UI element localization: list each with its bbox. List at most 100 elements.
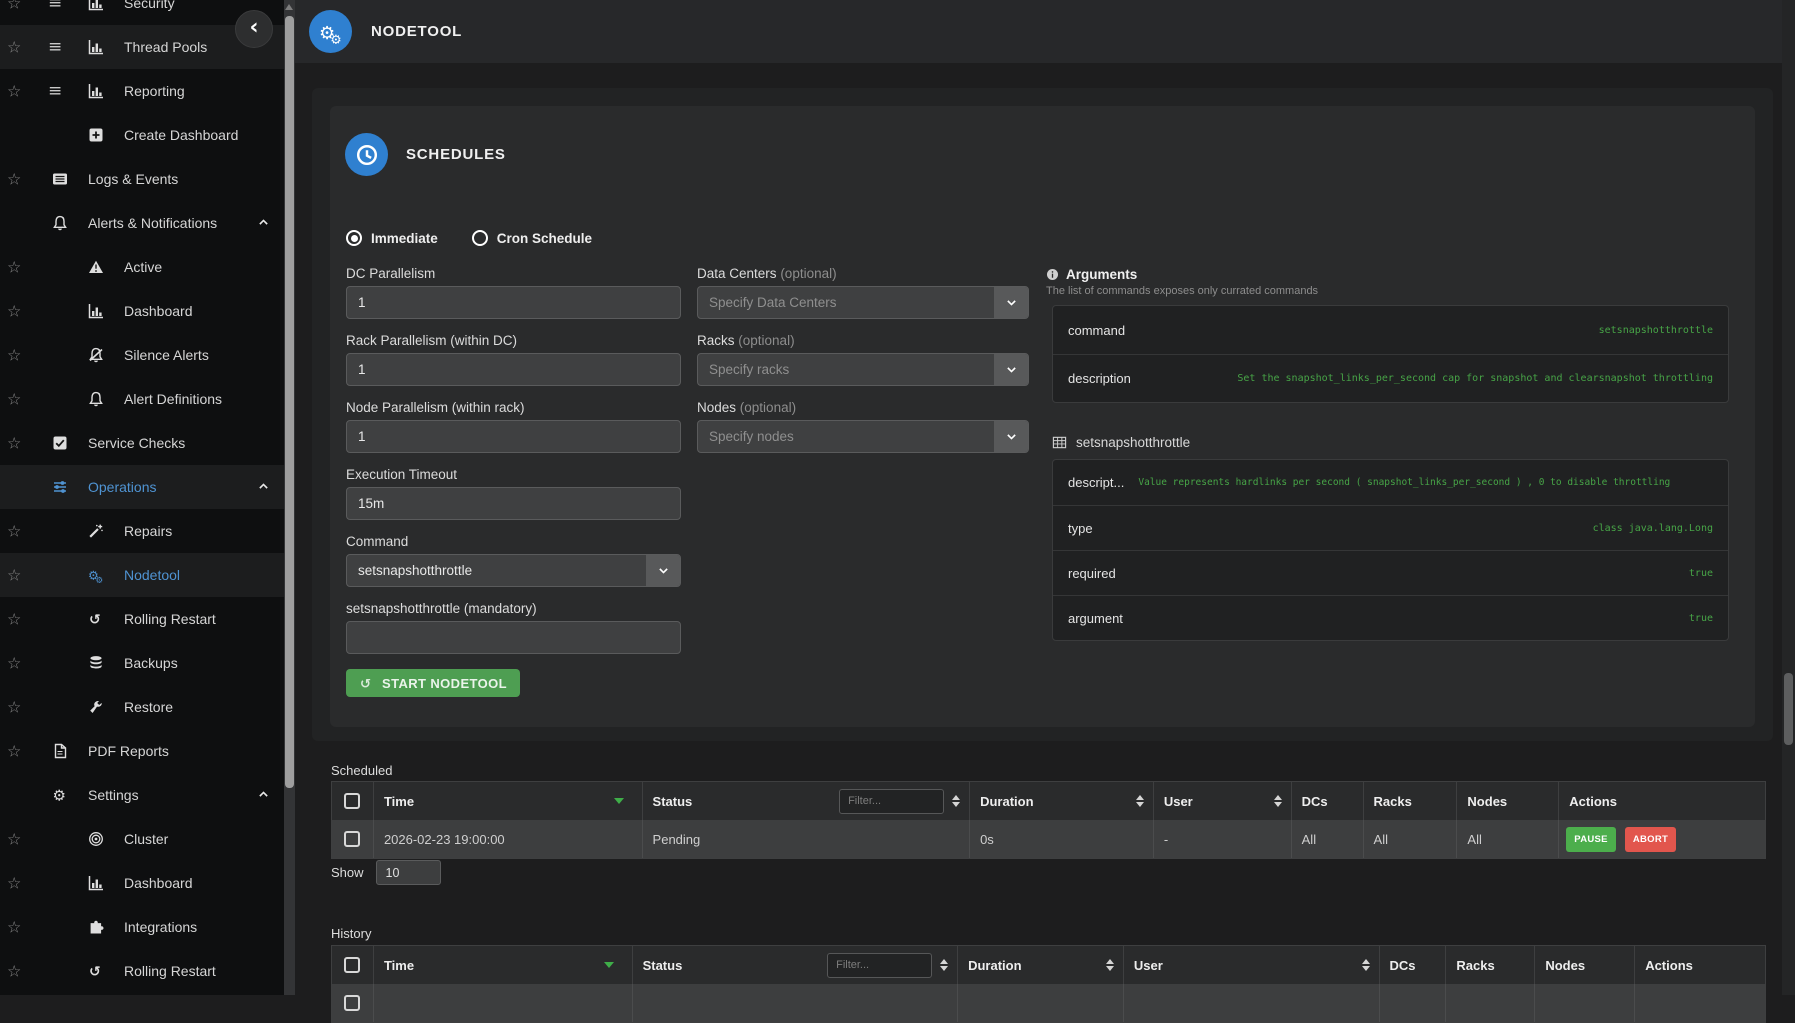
sidebar-item-operations[interactable]: Operations — [0, 465, 284, 509]
column-header-status[interactable]: Status — [633, 946, 959, 984]
command-select[interactable]: setsnapshotthrottle — [346, 554, 681, 587]
column-header-racks[interactable]: Racks — [1446, 946, 1535, 984]
node-parallelism-input[interactable] — [346, 420, 681, 453]
favorite-star-icon[interactable]: ☆ — [7, 258, 21, 277]
sidebar-item-cluster[interactable]: ☆Cluster — [0, 817, 284, 861]
sidebar-item-silence-alerts[interactable]: ☆Silence Alerts — [0, 333, 284, 377]
sidebar-item-logs-events[interactable]: ☆Logs & Events — [0, 157, 284, 201]
column-header-time[interactable]: Time — [374, 782, 643, 820]
favorite-star-icon[interactable]: ☆ — [7, 346, 21, 365]
sidebar-item-restore[interactable]: ☆Restore — [0, 685, 284, 729]
dc-parallelism-input[interactable] — [346, 286, 681, 319]
favorite-star-icon[interactable]: ☆ — [7, 522, 21, 541]
row-checkbox[interactable] — [332, 820, 374, 858]
favorite-star-icon[interactable]: ☆ — [7, 0, 21, 13]
sort-icon[interactable] — [1136, 795, 1144, 807]
select-all-checkbox[interactable] — [332, 782, 374, 820]
select-all-checkbox[interactable] — [332, 946, 374, 984]
chevron-down-icon[interactable] — [646, 555, 680, 586]
column-header-actions[interactable]: Actions — [1559, 782, 1765, 820]
drag-handle-icon[interactable]: ≡ — [48, 0, 62, 13]
table-row[interactable]: 2026-02-23 19:00:00Pending0s-AllAllAllPA… — [332, 820, 1765, 858]
status-filter-input[interactable] — [827, 953, 932, 978]
sidebar-item-dashboard[interactable]: ☆Dashboard — [0, 861, 284, 905]
racks-select[interactable]: Specify racks — [697, 353, 1029, 386]
column-header-dcs[interactable]: DCs — [1380, 946, 1447, 984]
sidebar-item-reporting[interactable]: ☆≡Reporting — [0, 69, 284, 113]
column-header-user[interactable]: User — [1124, 946, 1380, 984]
favorite-star-icon[interactable]: ☆ — [7, 434, 21, 453]
sort-icon[interactable] — [1106, 959, 1114, 971]
sidebar-item-create-dashboard[interactable]: Create Dashboard — [0, 113, 284, 157]
chevron-up-icon[interactable] — [257, 786, 270, 804]
nodes-select[interactable]: Specify nodes — [697, 420, 1029, 453]
sidebar-item-repairs[interactable]: ☆Repairs — [0, 509, 284, 553]
sidebar-item-integrations[interactable]: ☆Integrations — [0, 905, 284, 949]
chevron-up-icon[interactable] — [257, 214, 270, 232]
sidebar-scrollbar-thumb[interactable] — [285, 16, 294, 788]
favorite-star-icon[interactable]: ☆ — [7, 38, 21, 57]
table-row[interactable] — [332, 984, 1765, 1022]
favorite-star-icon[interactable]: ☆ — [7, 830, 21, 849]
row-checkbox[interactable] — [332, 984, 374, 1022]
column-header-dcs[interactable]: DCs — [1292, 782, 1364, 820]
abort-button[interactable]: ABORT — [1625, 827, 1676, 852]
sidebar-collapse-button[interactable]: ‹ — [235, 10, 273, 48]
column-header-time[interactable]: Time — [374, 946, 633, 984]
start-nodetool-button[interactable]: START NODETOOL — [346, 669, 520, 697]
sort-icon[interactable] — [1274, 795, 1282, 807]
favorite-star-icon[interactable]: ☆ — [7, 698, 21, 717]
radio-immediate[interactable]: Immediate — [346, 230, 438, 246]
sidebar-item-alerts-notifications[interactable]: Alerts & Notifications — [0, 201, 284, 245]
page-scrollbar[interactable] — [1782, 0, 1795, 995]
sidebar-item-rolling-restart[interactable]: ☆Rolling Restart — [0, 949, 284, 993]
drag-handle-icon[interactable]: ≡ — [48, 81, 62, 101]
column-header-duration[interactable]: Duration — [958, 946, 1124, 984]
sidebar-item-settings[interactable]: Settings — [0, 773, 284, 817]
sidebar-item-active[interactable]: ☆Active — [0, 245, 284, 289]
favorite-star-icon[interactable]: ☆ — [7, 874, 21, 893]
column-header-user[interactable]: User — [1154, 782, 1292, 820]
favorite-star-icon[interactable]: ☆ — [7, 82, 21, 101]
drag-handle-icon[interactable]: ≡ — [48, 37, 62, 57]
column-header-actions[interactable]: Actions — [1635, 946, 1765, 984]
sidebar-item-backups[interactable]: ☆Backups — [0, 641, 284, 685]
data-centers-select[interactable]: Specify Data Centers — [697, 286, 1029, 319]
favorite-star-icon[interactable]: ☆ — [7, 654, 21, 673]
chevron-down-icon[interactable] — [994, 421, 1028, 452]
scroll-up-icon[interactable] — [285, 4, 293, 10]
favorite-star-icon[interactable]: ☆ — [7, 742, 21, 761]
column-header-nodes[interactable]: Nodes — [1535, 946, 1635, 984]
sort-icon[interactable] — [952, 795, 960, 807]
favorite-star-icon[interactable]: ☆ — [7, 302, 21, 321]
column-header-nodes[interactable]: Nodes — [1457, 782, 1559, 820]
favorite-star-icon[interactable]: ☆ — [7, 962, 21, 981]
sort-desc-icon[interactable] — [604, 962, 614, 968]
status-filter-input[interactable] — [839, 789, 944, 814]
sort-desc-icon[interactable] — [614, 798, 624, 804]
chevron-down-icon[interactable] — [994, 354, 1028, 385]
sort-icon[interactable] — [940, 959, 948, 971]
favorite-star-icon[interactable]: ☆ — [7, 566, 21, 585]
sidebar-item-dashboard[interactable]: ☆Dashboard — [0, 289, 284, 333]
sidebar-scrollbar[interactable] — [284, 0, 295, 995]
chevron-up-icon[interactable] — [257, 478, 270, 496]
favorite-star-icon[interactable]: ☆ — [7, 918, 21, 937]
radio-cron-schedule[interactable]: Cron Schedule — [472, 230, 592, 246]
execution-timeout-input[interactable] — [346, 487, 681, 520]
page-scrollbar-thumb[interactable] — [1784, 673, 1793, 745]
favorite-star-icon[interactable]: ☆ — [7, 610, 21, 629]
rack-parallelism-input[interactable] — [346, 353, 681, 386]
sidebar-item-rolling-restart[interactable]: ☆Rolling Restart — [0, 597, 284, 641]
favorite-star-icon[interactable]: ☆ — [7, 390, 21, 409]
sidebar-item-service-checks[interactable]: ☆Service Checks — [0, 421, 284, 465]
column-header-status[interactable]: Status — [643, 782, 971, 820]
setsnapshotthrottle-input[interactable] — [346, 621, 681, 654]
sidebar-item-nodetool[interactable]: ☆Nodetool — [0, 553, 284, 597]
show-count-input[interactable] — [376, 860, 441, 885]
chevron-down-icon[interactable] — [994, 287, 1028, 318]
sidebar-item-pdf-reports[interactable]: ☆PDF Reports — [0, 729, 284, 773]
sort-icon[interactable] — [1362, 959, 1370, 971]
column-header-racks[interactable]: Racks — [1364, 782, 1458, 820]
favorite-star-icon[interactable]: ☆ — [7, 170, 21, 189]
